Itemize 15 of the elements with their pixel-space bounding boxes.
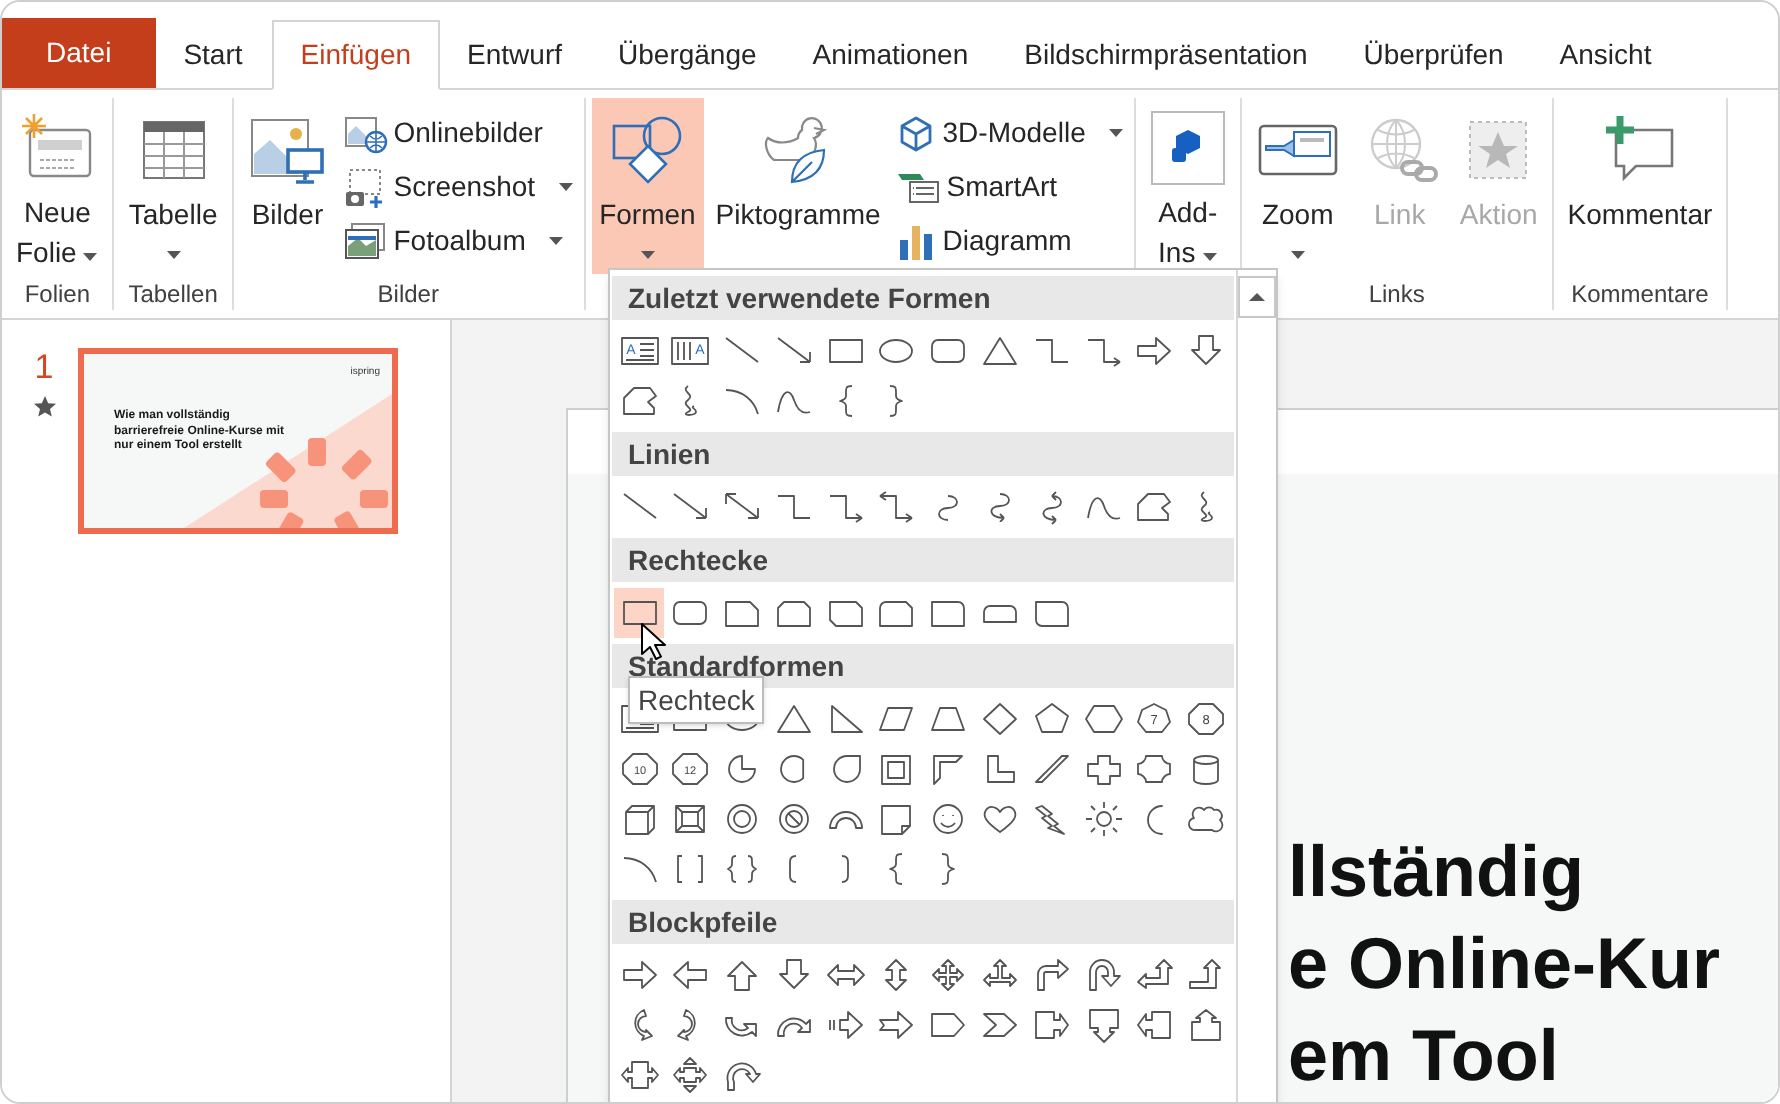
section-header: Linien bbox=[612, 432, 1234, 476]
group-label: Folien bbox=[24, 278, 91, 310]
tooltip: Rechteck bbox=[628, 676, 765, 724]
group-label: Links bbox=[1368, 278, 1425, 310]
group-label: Tabellen bbox=[128, 278, 218, 310]
slide-heading-text: em Tool bbox=[1288, 1012, 1559, 1100]
group-label: Bilder bbox=[377, 278, 439, 310]
section-header: Blockpfeile bbox=[612, 900, 1234, 944]
slide-heading-text: e Online-Kur bbox=[1288, 920, 1721, 1008]
group-label: Kommentare bbox=[1571, 278, 1709, 310]
section-header: Standardformen bbox=[612, 644, 1234, 688]
slide-number: 1 bbox=[34, 348, 54, 388]
section-header: Rechtecke bbox=[612, 538, 1234, 582]
slide-heading-text: llständig bbox=[1288, 828, 1585, 916]
section-header: Zuletzt verwendete Formen bbox=[612, 276, 1234, 320]
